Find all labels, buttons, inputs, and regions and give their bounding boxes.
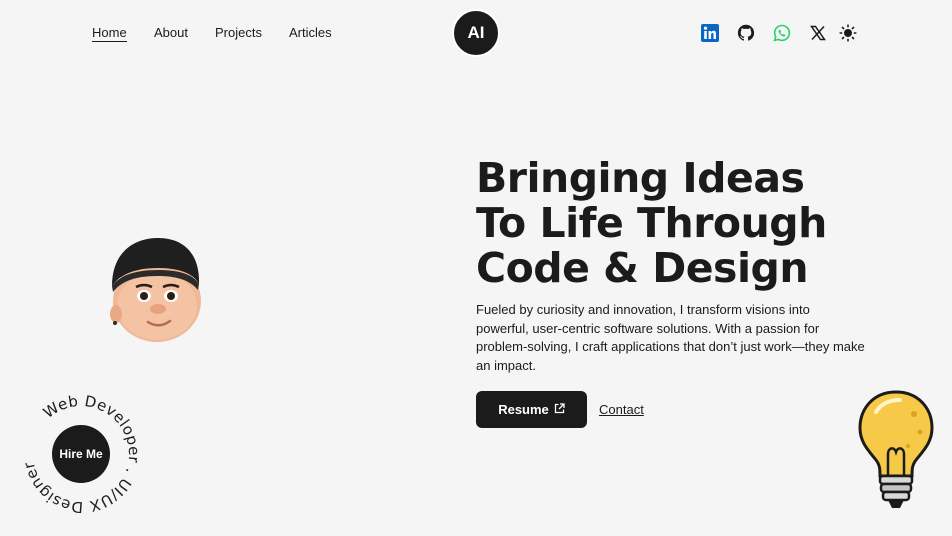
resume-label: Resume bbox=[498, 402, 549, 417]
external-link-icon bbox=[554, 402, 565, 417]
headline-line: Code & Design bbox=[476, 244, 809, 292]
hire-me-button[interactable]: Hire Me bbox=[52, 425, 110, 483]
theme-toggle-icon[interactable] bbox=[839, 24, 857, 42]
nav-link-about[interactable]: About bbox=[154, 25, 188, 40]
avatar bbox=[106, 234, 204, 344]
nav-link-articles[interactable]: Articles bbox=[289, 25, 332, 40]
headline-line: Bringing Ideas bbox=[476, 154, 805, 202]
contact-link[interactable]: Contact bbox=[599, 402, 644, 417]
x-icon[interactable] bbox=[809, 24, 827, 42]
hero-description: Fueled by curiosity and innovation, I tr… bbox=[476, 302, 865, 373]
linkedin-icon[interactable] bbox=[701, 24, 719, 42]
whatsapp-icon[interactable] bbox=[773, 24, 791, 42]
hero-headline: Bringing Ideas To Life Through Code & De… bbox=[476, 156, 916, 291]
page: Home About Projects Articles AI Bringing… bbox=[0, 0, 952, 536]
nav-link-home[interactable]: Home bbox=[92, 25, 127, 42]
hire-me-badge: Web Developer . UI/UX Designer . Hire Me bbox=[22, 395, 140, 513]
logo[interactable]: AI bbox=[452, 9, 500, 57]
github-icon[interactable] bbox=[737, 24, 755, 42]
nav-link-projects[interactable]: Projects bbox=[215, 25, 262, 40]
headline-line: To Life Through bbox=[476, 199, 827, 247]
resume-button[interactable]: Resume bbox=[476, 391, 587, 428]
lightbulb-icon bbox=[856, 388, 936, 516]
